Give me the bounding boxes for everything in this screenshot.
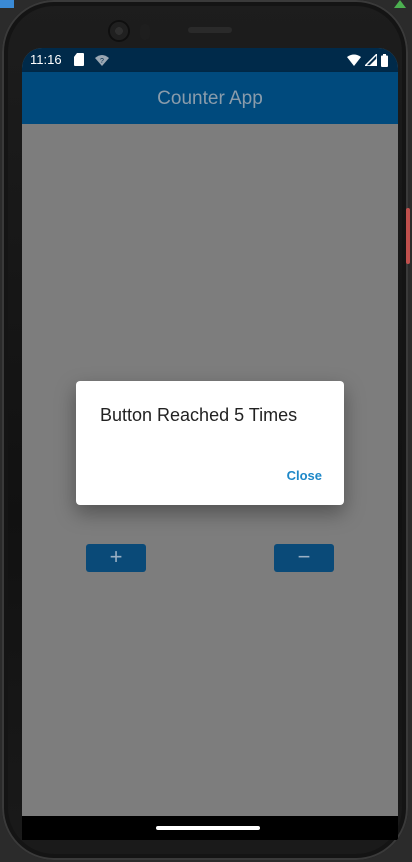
earpiece-speaker-icon <box>188 27 232 33</box>
increment-button[interactable]: + <box>86 544 146 572</box>
status-bar: 11:16 ? <box>22 48 398 72</box>
app-bar: Counter App <box>22 72 398 124</box>
power-button[interactable] <box>406 208 410 264</box>
phone-frame: 11:16 ? Counter App + − Button Reached 5… <box>2 0 408 860</box>
signal-icon <box>365 54 377 66</box>
device-screen: 11:16 ? Counter App + − Button Reached 5… <box>22 48 398 816</box>
top-bezel <box>2 0 408 48</box>
svg-text:?: ? <box>100 58 104 65</box>
dialog-message: Button Reached 5 Times <box>100 405 298 425</box>
wifi-icon <box>347 54 361 66</box>
proximity-sensor-icon <box>140 24 150 40</box>
battery-icon <box>381 53 388 67</box>
decrement-button[interactable]: − <box>274 544 334 572</box>
sd-card-icon <box>74 53 84 66</box>
status-time: 11:16 <box>30 52 62 67</box>
wifi-question-icon: ? <box>95 55 109 66</box>
home-gesture-handle[interactable] <box>156 826 260 830</box>
front-camera-icon <box>110 22 128 40</box>
app-title: Counter App <box>157 88 263 109</box>
status-icons-right <box>347 53 388 67</box>
close-button[interactable]: Close <box>287 468 322 483</box>
alert-dialog: Button Reached 5 Times Close <box>76 381 344 505</box>
